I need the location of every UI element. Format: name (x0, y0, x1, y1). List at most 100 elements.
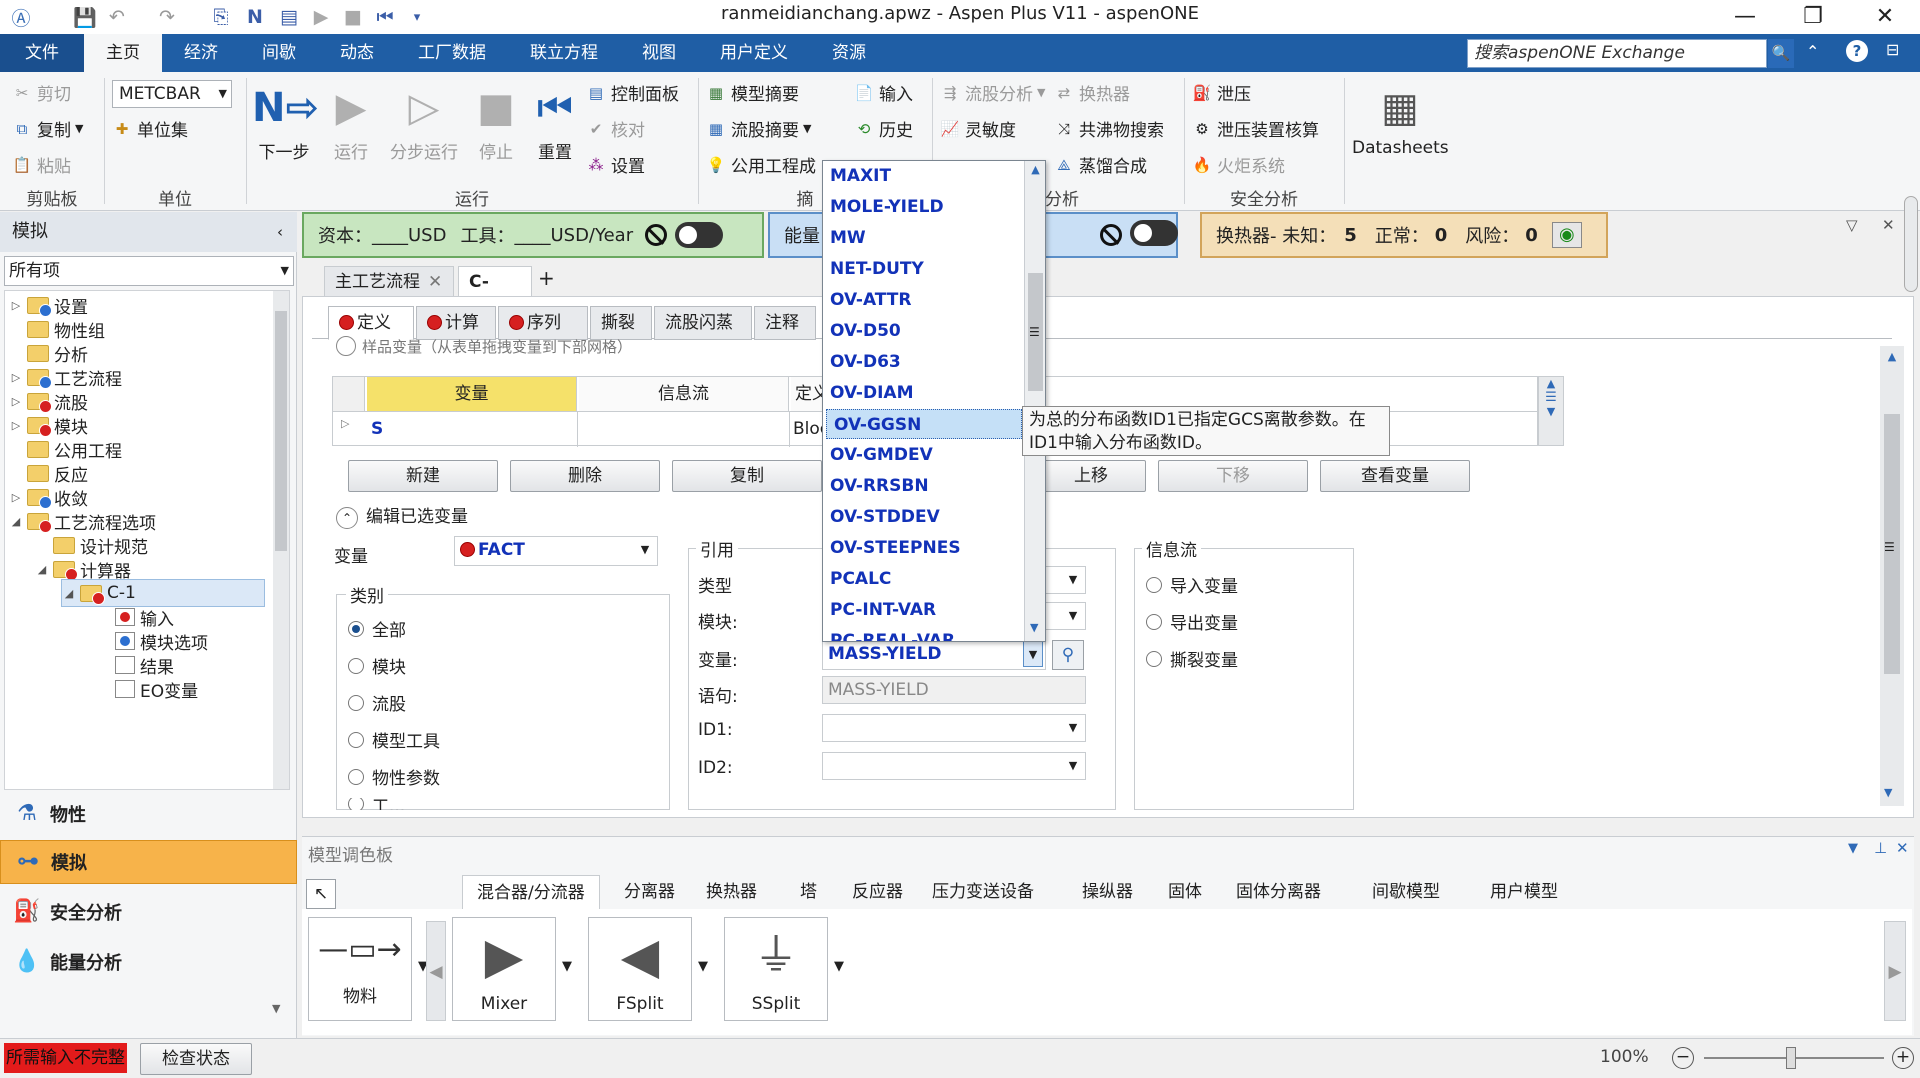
palette-tab-exchangers[interactable]: 换热器 (692, 875, 771, 909)
palette-item-mixer[interactable]: ▶ Mixer (452, 917, 556, 1021)
tab-view[interactable]: 视图 (620, 34, 698, 72)
dropdown-option[interactable]: PC-REAL-VAR (823, 626, 1023, 641)
palette-tab-solids[interactable]: 固体 (1154, 875, 1216, 909)
palette-item-material-stream[interactable]: —▭→ 物料 (308, 917, 412, 1021)
edit-section-header[interactable]: ⌃ 编辑已选变量 (336, 502, 468, 529)
relief-sizing-button[interactable]: ⚙ 泄压装置核算 (1192, 116, 1319, 142)
stream-analysis-button[interactable]: ⇶ 流股分析 ▼ (940, 80, 1046, 106)
unit-set-select[interactable]: METCBAR ▼ (112, 80, 232, 108)
dropdown-option[interactable]: MW (823, 223, 1023, 253)
variable-select[interactable]: FACT ▼ (454, 536, 658, 566)
restore-button[interactable]: ❐ (1790, 2, 1836, 32)
palette-tab-pressure-changers[interactable]: 压力变送设备 (918, 875, 1048, 909)
dropdown-option-selected[interactable]: OV-GGSN (826, 409, 1022, 439)
binoculars-icon[interactable]: ⚲ (1052, 640, 1084, 670)
run-quick-icon[interactable]: ▶ (308, 4, 334, 30)
control-panel-button[interactable]: ▤ 控制面板 (586, 80, 679, 106)
check-status-button[interactable]: 检查状态 (140, 1043, 252, 1075)
reset-button[interactable]: ⏮ 重置 (528, 78, 582, 163)
view-variable-button[interactable]: 查看变量 (1320, 460, 1470, 492)
model-summary-button[interactable]: ▦ 模型摘要 (706, 80, 799, 106)
chevron-down-icon[interactable]: ▼ (698, 959, 708, 974)
tab-tears[interactable]: 撕裂 (590, 306, 652, 340)
new-button[interactable]: 新建 (348, 460, 498, 492)
palette-tab-reactors[interactable]: 反应器 (838, 875, 917, 909)
reset-quick-icon[interactable]: ⏮ (372, 4, 398, 30)
dropdown-option[interactable]: MOLE-YIELD (823, 192, 1023, 222)
zoom-in-icon[interactable]: + (1892, 1047, 1914, 1069)
palette-tab-columns[interactable]: 塔 (786, 875, 831, 909)
tab-define[interactable]: 定义 (328, 306, 414, 340)
palette-tab-manipulators[interactable]: 操纵器 (1068, 875, 1147, 909)
tree-scrollbar[interactable] (273, 291, 289, 789)
run-settings-button[interactable]: ⁂ 设置 (586, 152, 646, 178)
import-variable-radio[interactable]: 导入变量 (1146, 572, 1238, 597)
run-button[interactable]: ▶ 运行 (326, 78, 376, 163)
utility-costs-button[interactable]: 💡 公用工程成 (706, 152, 816, 178)
next-quick-icon[interactable]: N (242, 4, 268, 30)
input-button[interactable]: 📄 输入 (854, 80, 913, 106)
tab-resources[interactable]: 资源 (810, 34, 888, 72)
ref-id1-select[interactable]: ▼ (822, 714, 1086, 742)
close-tab-icon[interactable]: ✕ (428, 272, 442, 292)
stream-summary-button[interactable]: ▦ 流股摘要 ▼ (706, 116, 812, 142)
palette-item-ssplit[interactable]: ⏚ SSplit (724, 917, 828, 1021)
grid-header-infoflow[interactable]: 信息流 (579, 377, 789, 411)
datasheets-button[interactable]: ▦ Datasheets (1352, 78, 1449, 158)
dropdown-option[interactable]: OV-ATTR (823, 285, 1023, 315)
search-input[interactable]: 搜索aspenONE Exchange (1467, 39, 1767, 68)
chevron-down-icon[interactable]: ▼ (1023, 641, 1043, 667)
ref-statement-field[interactable]: MASS-YIELD (822, 676, 1086, 704)
tab-stream-flash[interactable]: 流股闪蒸 (654, 306, 752, 340)
collapse-ribbon-icon[interactable]: ⌃ (1806, 42, 1819, 61)
dropdown-option[interactable]: OV-GMDEV (823, 440, 1023, 470)
zoom-slider-thumb[interactable] (1786, 1047, 1796, 1069)
chevron-down-icon[interactable]: ▽ (1846, 216, 1858, 234)
dropdown-option[interactable]: PCALC (823, 564, 1023, 594)
customize-quick-icon[interactable]: ▾ (404, 4, 430, 30)
palette-tab-solids-separators[interactable]: 固体分离器 (1222, 875, 1335, 909)
tab-customize[interactable]: 用户定义 (698, 34, 810, 72)
tab-c1[interactable]: C-1✕ (458, 266, 532, 322)
undo-icon[interactable]: ↶ (104, 4, 130, 30)
step-run-button[interactable]: ▷ 分步运行 (384, 78, 464, 163)
pressure-relief-button[interactable]: ⛽ 泄压 (1192, 80, 1251, 106)
tab-economics[interactable]: 经济 (162, 34, 240, 72)
move-up-button[interactable]: 上移 (1036, 460, 1146, 492)
ref-id2-select[interactable]: ▼ (822, 752, 1086, 780)
sensitivity-button[interactable]: 📈 灵敏度 (940, 116, 1016, 142)
row-selector-icon[interactable]: ▷ (341, 417, 349, 430)
add-tab-icon[interactable]: + (538, 266, 555, 290)
search-icon[interactable]: 🔍 (1768, 39, 1794, 68)
control-panel-quick-icon[interactable]: ▤ (276, 4, 302, 30)
tab-sequence[interactable]: 序列 (498, 306, 588, 340)
grid-header-variable[interactable]: 变量 (367, 377, 577, 411)
redo-icon[interactable]: ↷ (154, 4, 180, 30)
close-banner-icon[interactable]: ✕ (1882, 216, 1895, 234)
dropdown-option[interactable]: NET-DUTY (823, 254, 1023, 284)
tab-calculate[interactable]: 计算 (416, 306, 496, 340)
minimize-button[interactable]: — (1722, 2, 1768, 32)
grid-scrollbar[interactable]: ▲ ☰ ▼ (1538, 376, 1564, 446)
export-variable-radio[interactable]: 导出变量 (1146, 609, 1238, 634)
palette-tab-batch-models[interactable]: 间歇模型 (1358, 875, 1454, 909)
tab-equation-oriented[interactable]: 联立方程 (508, 34, 620, 72)
flare-system-button[interactable]: 🔥 火炬系统 (1192, 152, 1285, 178)
flowsheet-icon[interactable]: ⎘ (208, 4, 234, 30)
nav-simulation[interactable]: ⊶ 模拟 (0, 840, 297, 884)
dropdown-option[interactable]: OV-D50 (823, 316, 1023, 346)
dropdown-scrollbar[interactable]: ▲ ☰ ▼ (1024, 161, 1045, 641)
stop-quick-icon[interactable]: ■ (340, 4, 366, 30)
palette-menu-icon[interactable]: ▼ (1848, 841, 1858, 856)
hx-status-icon[interactable]: ◉ (1551, 222, 1582, 248)
banner-scrollbar[interactable] (1904, 196, 1918, 292)
dropdown-option[interactable]: OV-STEEPNES (823, 533, 1023, 563)
copy-button[interactable]: ⧉ 复制 ▼ (12, 116, 84, 142)
category-model-tool-radio[interactable]: 模型工具 (348, 727, 440, 752)
tree-item-eo-variables[interactable]: EO变量 (111, 675, 198, 703)
palette-item-fsplit[interactable]: ◀ FSplit (588, 917, 692, 1021)
tab-dynamics[interactable]: 动态 (318, 34, 396, 72)
ref-variable-select[interactable]: MASS-YIELD ▼ (822, 640, 1046, 670)
move-down-button[interactable]: 下移 (1158, 460, 1308, 492)
category-stream-radio[interactable]: 流股 (348, 690, 406, 715)
